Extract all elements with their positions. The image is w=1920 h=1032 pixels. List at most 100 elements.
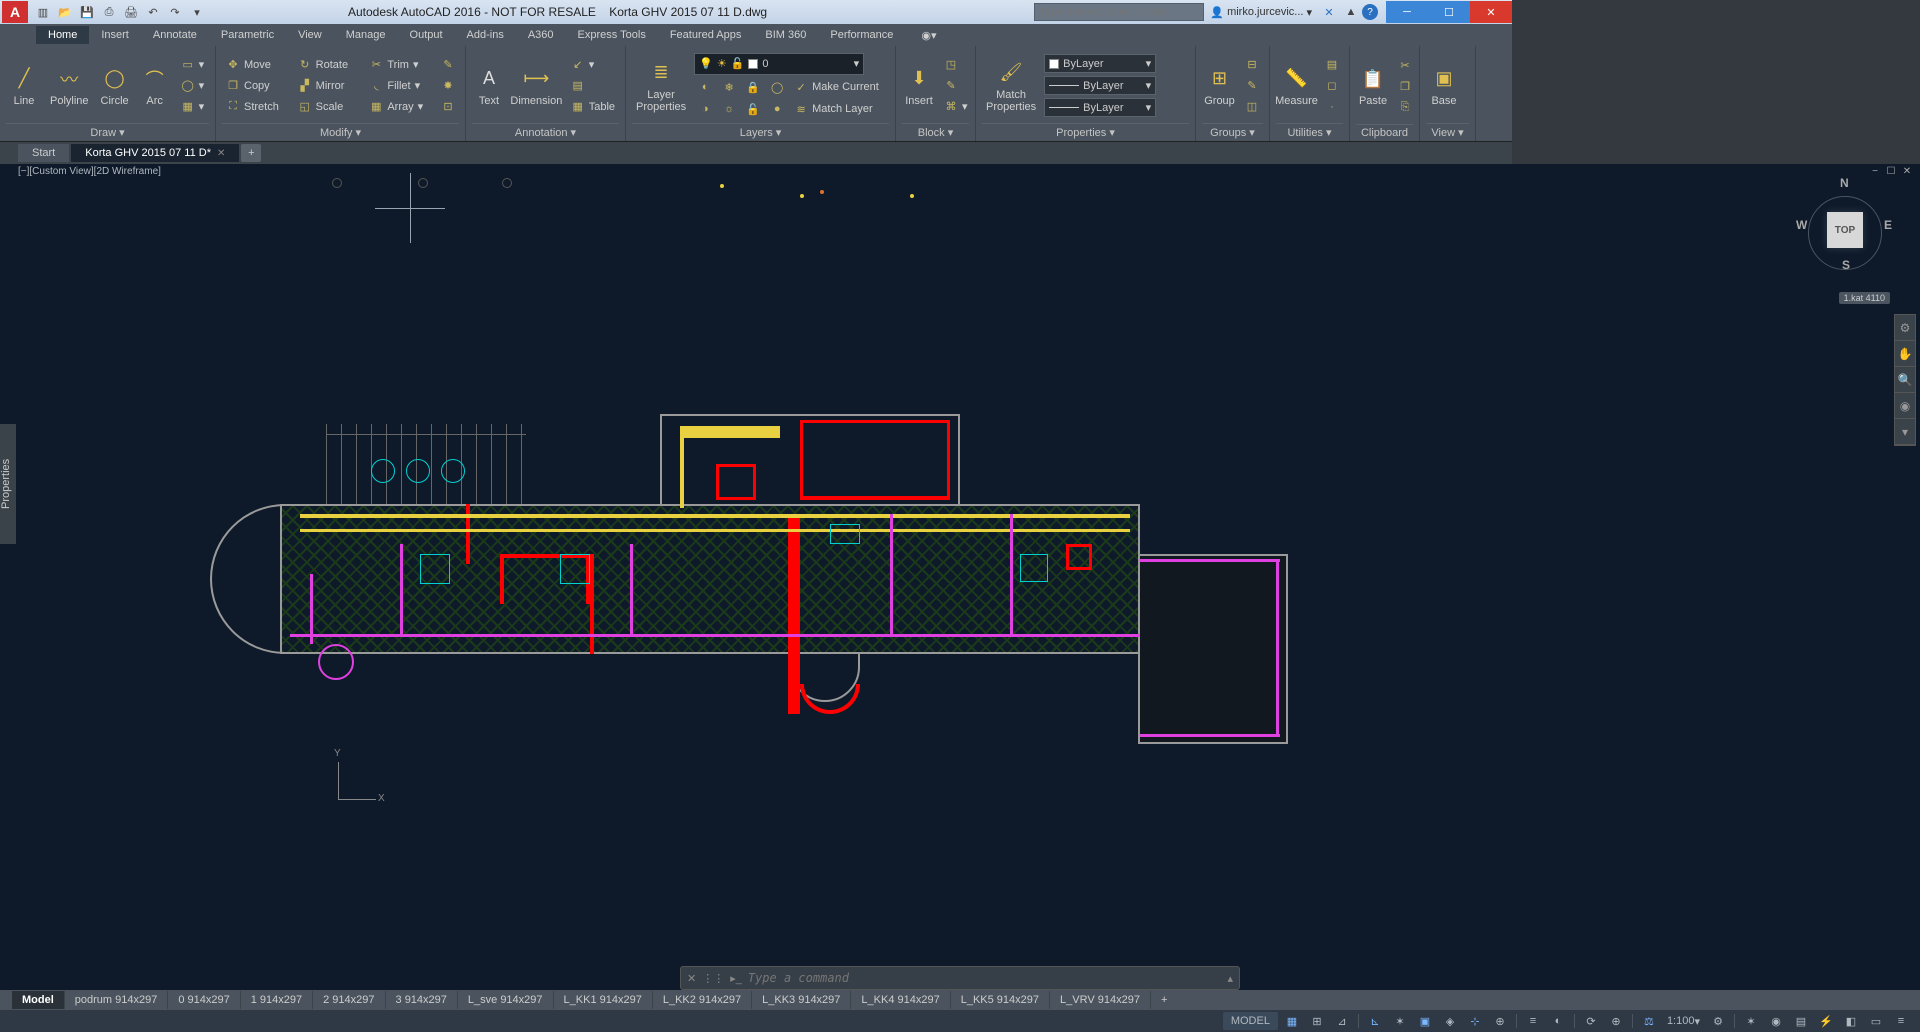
linetype-dropdown[interactable]: ByLayer▾ [1044, 98, 1156, 117]
maximize-button[interactable]: ☐ [1428, 1, 1470, 23]
tab-parametric[interactable]: Parametric [209, 26, 286, 44]
ann2-button[interactable]: ▤ [567, 76, 619, 95]
filetab-doc[interactable]: Korta GHV 2015 07 11 D*✕ [71, 144, 239, 162]
text-button[interactable]: AText [472, 63, 506, 109]
nav-orbit-icon[interactable]: ◉ [1895, 393, 1915, 419]
layerprops-button[interactable]: ≣Layer Properties [632, 57, 690, 115]
base-button[interactable]: ▣Base [1426, 63, 1462, 109]
help-icon[interactable]: ? [1362, 4, 1378, 20]
undo-icon[interactable]: ↶ [142, 2, 164, 22]
layer-uniso-button[interactable]: ◑ [694, 100, 716, 119]
signin-user[interactable]: 👤 mirko.jurcevic...▾ [1210, 6, 1312, 19]
status-qp-icon[interactable]: ▤ [1790, 1012, 1812, 1030]
circle-button[interactable]: ◯Circle [97, 63, 133, 109]
lineweight-dropdown[interactable]: ByLayer▾ [1044, 76, 1156, 95]
status-grid-icon[interactable]: ▦ [1281, 1012, 1303, 1030]
layout-tab[interactable]: L_KK2 914x297 [653, 991, 752, 1009]
layout-tab[interactable]: L_sve 914x297 [458, 991, 554, 1009]
status-lwt-icon[interactable]: ≡ [1522, 1012, 1544, 1030]
table-button[interactable]: ▦Table [567, 97, 619, 116]
rect-button[interactable]: ▭▾ [177, 55, 209, 74]
cmd-close-icon[interactable]: ✕ [687, 972, 696, 985]
makecurrent-button[interactable]: ✓Make Current [790, 78, 883, 97]
panel-util-label[interactable]: Utilities ▾ [1276, 123, 1343, 141]
calc-button[interactable]: ▤ [1321, 55, 1343, 74]
panel-view-label[interactable]: View ▾ [1426, 123, 1469, 141]
qat-more-icon[interactable]: ▾ [186, 2, 208, 22]
app-logo[interactable]: A [2, 1, 28, 23]
filetab-start[interactable]: Start [18, 144, 69, 162]
panel-clip-label[interactable]: Clipboard [1356, 124, 1413, 141]
insert-button[interactable]: ⬇Insert [902, 63, 936, 109]
close-tab-icon[interactable]: ✕ [217, 148, 225, 159]
trim-button[interactable]: ✂Trim ▾ [365, 55, 433, 74]
status-annomon-icon[interactable]: ⊕ [1605, 1012, 1627, 1030]
ribbon-collapse-icon[interactable]: ◉▾ [909, 26, 948, 45]
layer-off-button[interactable]: ◯ [766, 78, 788, 97]
groupsel-button[interactable]: ◫ [1241, 97, 1263, 116]
search-box[interactable] [1034, 3, 1204, 21]
layout-tab[interactable]: L_KK3 914x297 [752, 991, 851, 1009]
tab-express[interactable]: Express Tools [566, 26, 658, 44]
doc-close-icon[interactable]: ✕ [1900, 166, 1914, 180]
status-scale[interactable]: 1:100 ▾ [1663, 1012, 1704, 1030]
offset-button[interactable]: ⊡ [437, 97, 459, 116]
paste-button[interactable]: 📋Paste [1356, 63, 1390, 109]
status-snap-icon[interactable]: ⊞ [1306, 1012, 1328, 1030]
array-button[interactable]: ▦Array ▾ [365, 97, 433, 116]
arc-button[interactable]: ⌒Arc [137, 63, 173, 109]
copy-button[interactable]: ❐Copy [222, 76, 290, 95]
redo-icon[interactable]: ↷ [164, 2, 186, 22]
fillet-button[interactable]: ◟Fillet ▾ [365, 76, 433, 95]
layout-tab[interactable]: 3 914x297 [386, 991, 458, 1009]
viewcube[interactable]: N S W E TOP [1800, 176, 1890, 286]
point-button[interactable]: · [1321, 97, 1343, 116]
layout-tab-model[interactable]: Model [12, 991, 65, 1009]
leader-button[interactable]: ↙▾ [567, 55, 619, 74]
tab-home[interactable]: Home [36, 26, 89, 44]
layout-tab[interactable]: podrum 914x297 [65, 991, 169, 1009]
nav-pan-icon[interactable]: ✋ [1895, 341, 1915, 367]
new-icon[interactable]: ▥ [32, 2, 54, 22]
drawing-viewport[interactable]: [−][Custom View][2D Wireframe] Propertie… [0, 164, 1920, 990]
exchange-icon[interactable]: ✕ [1318, 2, 1340, 22]
erase-button[interactable]: ✎ [437, 55, 459, 74]
status-otrack-icon[interactable]: ⊹ [1464, 1012, 1486, 1030]
cmd-handle-icon[interactable]: ⋮⋮ [702, 972, 724, 985]
viewcube-face-top[interactable]: TOP [1827, 212, 1863, 248]
tab-view[interactable]: View [286, 26, 334, 44]
tab-annotate[interactable]: Annotate [141, 26, 209, 44]
panel-annot-label[interactable]: Annotation ▾ [472, 123, 619, 141]
editattr-button[interactable]: ⌘▾ [940, 97, 972, 116]
status-ws-icon[interactable]: ✶ [1740, 1012, 1762, 1030]
copyclip-button[interactable]: ❐ [1394, 77, 1416, 96]
status-gear-icon[interactable]: ⚙ [1707, 1012, 1729, 1030]
panel-block-label[interactable]: Block ▾ [902, 123, 969, 141]
measure-button[interactable]: 📏Measure [1276, 63, 1317, 109]
scale-button[interactable]: ◱Scale [294, 97, 362, 116]
groupedit-button[interactable]: ✎ [1241, 76, 1263, 95]
save-icon[interactable]: 💾 [76, 2, 98, 22]
hatch-button[interactable]: ▦▾ [177, 97, 209, 116]
tab-addins[interactable]: Add-ins [455, 26, 516, 44]
tab-performance[interactable]: Performance [818, 26, 905, 44]
status-3dosnap-icon[interactable]: ◈ [1439, 1012, 1461, 1030]
saveas-icon[interactable]: ⎙ [98, 2, 120, 22]
layout-tab[interactable]: 2 914x297 [313, 991, 385, 1009]
dimension-button[interactable]: ⟼Dimension [510, 63, 563, 109]
line-button[interactable]: ╱Line [6, 63, 42, 109]
status-hw-icon[interactable]: ⚡ [1815, 1012, 1837, 1030]
selall-button[interactable]: ◻ [1321, 76, 1343, 95]
cmd-recent-icon[interactable]: ▴ [1227, 972, 1233, 985]
status-cycle-icon[interactable]: ⟳ [1580, 1012, 1602, 1030]
tab-featured[interactable]: Featured Apps [658, 26, 754, 44]
status-ortho-icon[interactable]: ⊾ [1364, 1012, 1386, 1030]
nav-zoom-icon[interactable]: 🔍 [1895, 367, 1915, 393]
layout-tab[interactable]: L_VRV 914x297 [1050, 991, 1151, 1009]
close-button[interactable]: ✕ [1470, 1, 1512, 23]
add-layout-button[interactable]: + [1151, 991, 1177, 1009]
search-input[interactable] [1034, 3, 1204, 21]
status-annoscale-icon[interactable]: ⚖ [1638, 1012, 1660, 1030]
status-infer-icon[interactable]: ⊿ [1331, 1012, 1353, 1030]
tab-manage[interactable]: Manage [334, 26, 398, 44]
